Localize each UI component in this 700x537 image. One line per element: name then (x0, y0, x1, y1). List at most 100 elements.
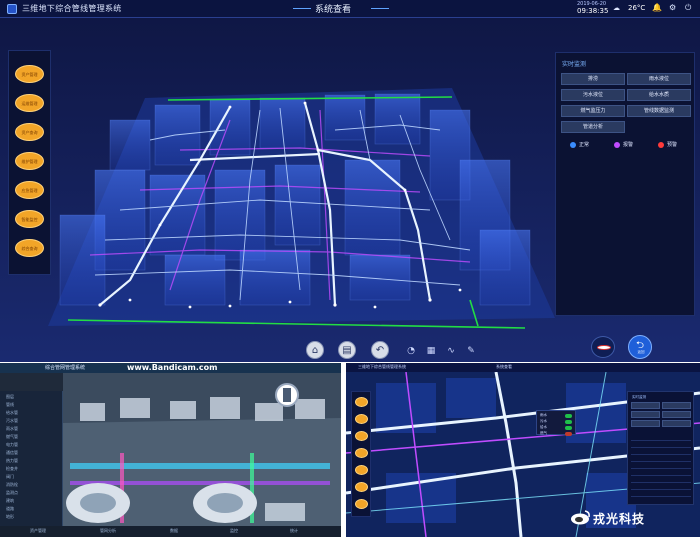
tree-item[interactable]: 污水管 (6, 418, 18, 424)
grid-icon[interactable]: ▦ (425, 345, 437, 357)
nav-item[interactable]: 统计 (290, 528, 298, 534)
settings-icon[interactable]: ⚙ (669, 3, 676, 12)
screenshot-collage: 三维地下综合管线管理系统 系统查看 2019-06-20 09:38:35 ☁ … (0, 0, 700, 537)
window-title: 综合管网管理系统 (45, 365, 86, 371)
monitor-button-gas-pressure[interactable]: 燃气监压力 (561, 105, 625, 117)
toggle-label: 雨水 (540, 413, 547, 417)
table-row (631, 485, 691, 490)
eye-icon (597, 345, 611, 350)
monitor-button[interactable] (631, 411, 660, 418)
layer-toggle-popup: 雨水 污水 给水 燃气 (536, 410, 576, 436)
menu-button[interactable] (355, 397, 368, 407)
watermark-text: 戎光科技 (593, 512, 646, 526)
monitor-button-drainage[interactable]: 排涝 (561, 73, 625, 85)
menu-button[interactable] (355, 448, 368, 458)
legend-label: 报警 (623, 142, 634, 148)
menu-button[interactable] (355, 431, 368, 441)
cloud-icon: ☁ (613, 4, 620, 12)
monitor-button[interactable] (631, 420, 660, 427)
toggle-switch[interactable] (565, 414, 572, 418)
legend-warning: 预警 (658, 141, 677, 148)
monitor-button-water-quality[interactable]: 给水水质 (627, 89, 691, 101)
monitor-button[interactable] (662, 402, 691, 409)
tree-item[interactable]: 给水管 (6, 410, 18, 416)
view-toggle-button[interactable] (591, 336, 615, 358)
bandicam-screenshot-panel: 综合管网管理系统 www.Bandicam.com 图层 管线 给水管 污水管 … (0, 363, 341, 537)
monitor-button[interactable] (631, 402, 660, 409)
back-arrow-icon[interactable]: ↶ (371, 341, 389, 359)
toggle-switch[interactable] (565, 420, 572, 424)
nav-item[interactable]: 监控 (230, 528, 238, 534)
page-title: 系统查看 (496, 364, 512, 369)
toggle-switch[interactable] (565, 432, 572, 436)
exit-icon[interactable]: ⏻ (685, 3, 691, 13)
table-row (631, 492, 691, 497)
top-bar: 三维地下综合管线管理系统 系统查看 2019-06-20 09:38:35 ☁ … (0, 0, 700, 18)
page-title: 系统查看 (315, 5, 352, 15)
menu-button[interactable] (355, 465, 368, 475)
menu-button-emergency[interactable]: 应急管理 (15, 181, 44, 199)
table-row (631, 450, 691, 455)
panel-title: 实时监测 (632, 395, 646, 399)
tree-item[interactable]: 道路 (6, 506, 14, 512)
table-row (631, 471, 691, 476)
return-button[interactable]: ⮌ 返回 (628, 335, 652, 359)
tree-item[interactable]: 阀门 (6, 474, 14, 480)
toggle-switch[interactable] (565, 426, 572, 430)
menu-button[interactable] (355, 482, 368, 492)
tree-item[interactable]: 图层 (6, 394, 14, 400)
tree-item[interactable]: 雨水管 (6, 426, 18, 432)
nav-item[interactable]: 管网分析 (100, 528, 116, 534)
wave-icon[interactable]: ∿ (445, 345, 457, 357)
legend-alarm: 报警 (614, 141, 633, 148)
dot-icon (570, 141, 576, 148)
table-row (631, 464, 691, 469)
tree-item[interactable]: 检查井 (6, 466, 18, 472)
menu-button-monitoring[interactable]: 智能监控 (15, 210, 44, 228)
menu-button-asset-query[interactable]: 资产查询 (15, 123, 44, 141)
monitor-button-pipe-data[interactable]: 管线数据监测 (627, 105, 691, 117)
tree-item[interactable]: 监测点 (6, 490, 18, 496)
monitoring-panel: 实时监测 (627, 391, 694, 505)
menu-button-operation[interactable]: 运维管理 (15, 94, 44, 112)
menu-button-asset-management[interactable]: 资产管理 (15, 65, 44, 83)
tree-item[interactable]: 建筑 (6, 498, 14, 504)
menu-button-query[interactable]: 综合查询 (15, 239, 44, 257)
monitor-button[interactable] (662, 411, 691, 418)
clock-text: 09:38:35 (577, 7, 609, 15)
title-decoration (293, 8, 311, 9)
document-icon[interactable]: ▤ (338, 341, 356, 359)
recorder-watermark: www.Bandicam.com (127, 363, 218, 372)
title-bar: 综合管网管理系统 www.Bandicam.com (0, 363, 341, 373)
menu-button[interactable] (355, 414, 368, 424)
menu-button-maintenance[interactable]: 维护管理 (15, 152, 44, 170)
tree-item[interactable]: 热力管 (6, 458, 18, 464)
home-icon[interactable]: ⌂ (306, 341, 324, 359)
tree-item[interactable]: 电力管 (6, 442, 18, 448)
menu-button[interactable] (355, 499, 368, 509)
monitor-button-rain-level[interactable]: 雨水液位 (627, 73, 691, 85)
app-title: 三维地下综合管线管理系统 (22, 4, 122, 13)
bell-icon[interactable]: 🔔 (652, 3, 662, 12)
table-row (631, 436, 691, 441)
nav-item[interactable]: 数据 (170, 528, 178, 534)
tree-item[interactable]: 通信管 (6, 450, 18, 456)
legend-label: 正常 (579, 142, 590, 148)
nav-item[interactable]: 资产管理 (30, 528, 46, 534)
weibo-icon (571, 510, 590, 525)
monitor-button-sewage-level[interactable]: 污水液位 (561, 89, 625, 101)
panel-title: 实时监测 (562, 61, 587, 68)
table-row (631, 457, 691, 462)
dot-icon (614, 141, 620, 148)
table-row (631, 478, 691, 483)
tree-item[interactable]: 地形 (6, 514, 14, 520)
monitor-button[interactable] (662, 420, 691, 427)
tree-item[interactable]: 消防栓 (6, 482, 18, 488)
monitor-button-pipe-analysis[interactable]: 管道分析 (561, 121, 625, 133)
chart-icon[interactable]: ◔ (405, 345, 417, 357)
tree-item[interactable]: 燃气管 (6, 434, 18, 440)
measure-icon[interactable]: ✎ (465, 345, 477, 357)
tree-item[interactable]: 管线 (6, 402, 14, 408)
monitoring-panel: 实时监测 排涝 雨水液位 污水液位 给水水质 燃气监压力 管线数据监测 管道分析… (555, 52, 695, 316)
pipe-closeup-panel: 三维地下综合管线管理系统 系统查看 雨水 污水 给水 燃气 实时监测 (346, 363, 700, 537)
